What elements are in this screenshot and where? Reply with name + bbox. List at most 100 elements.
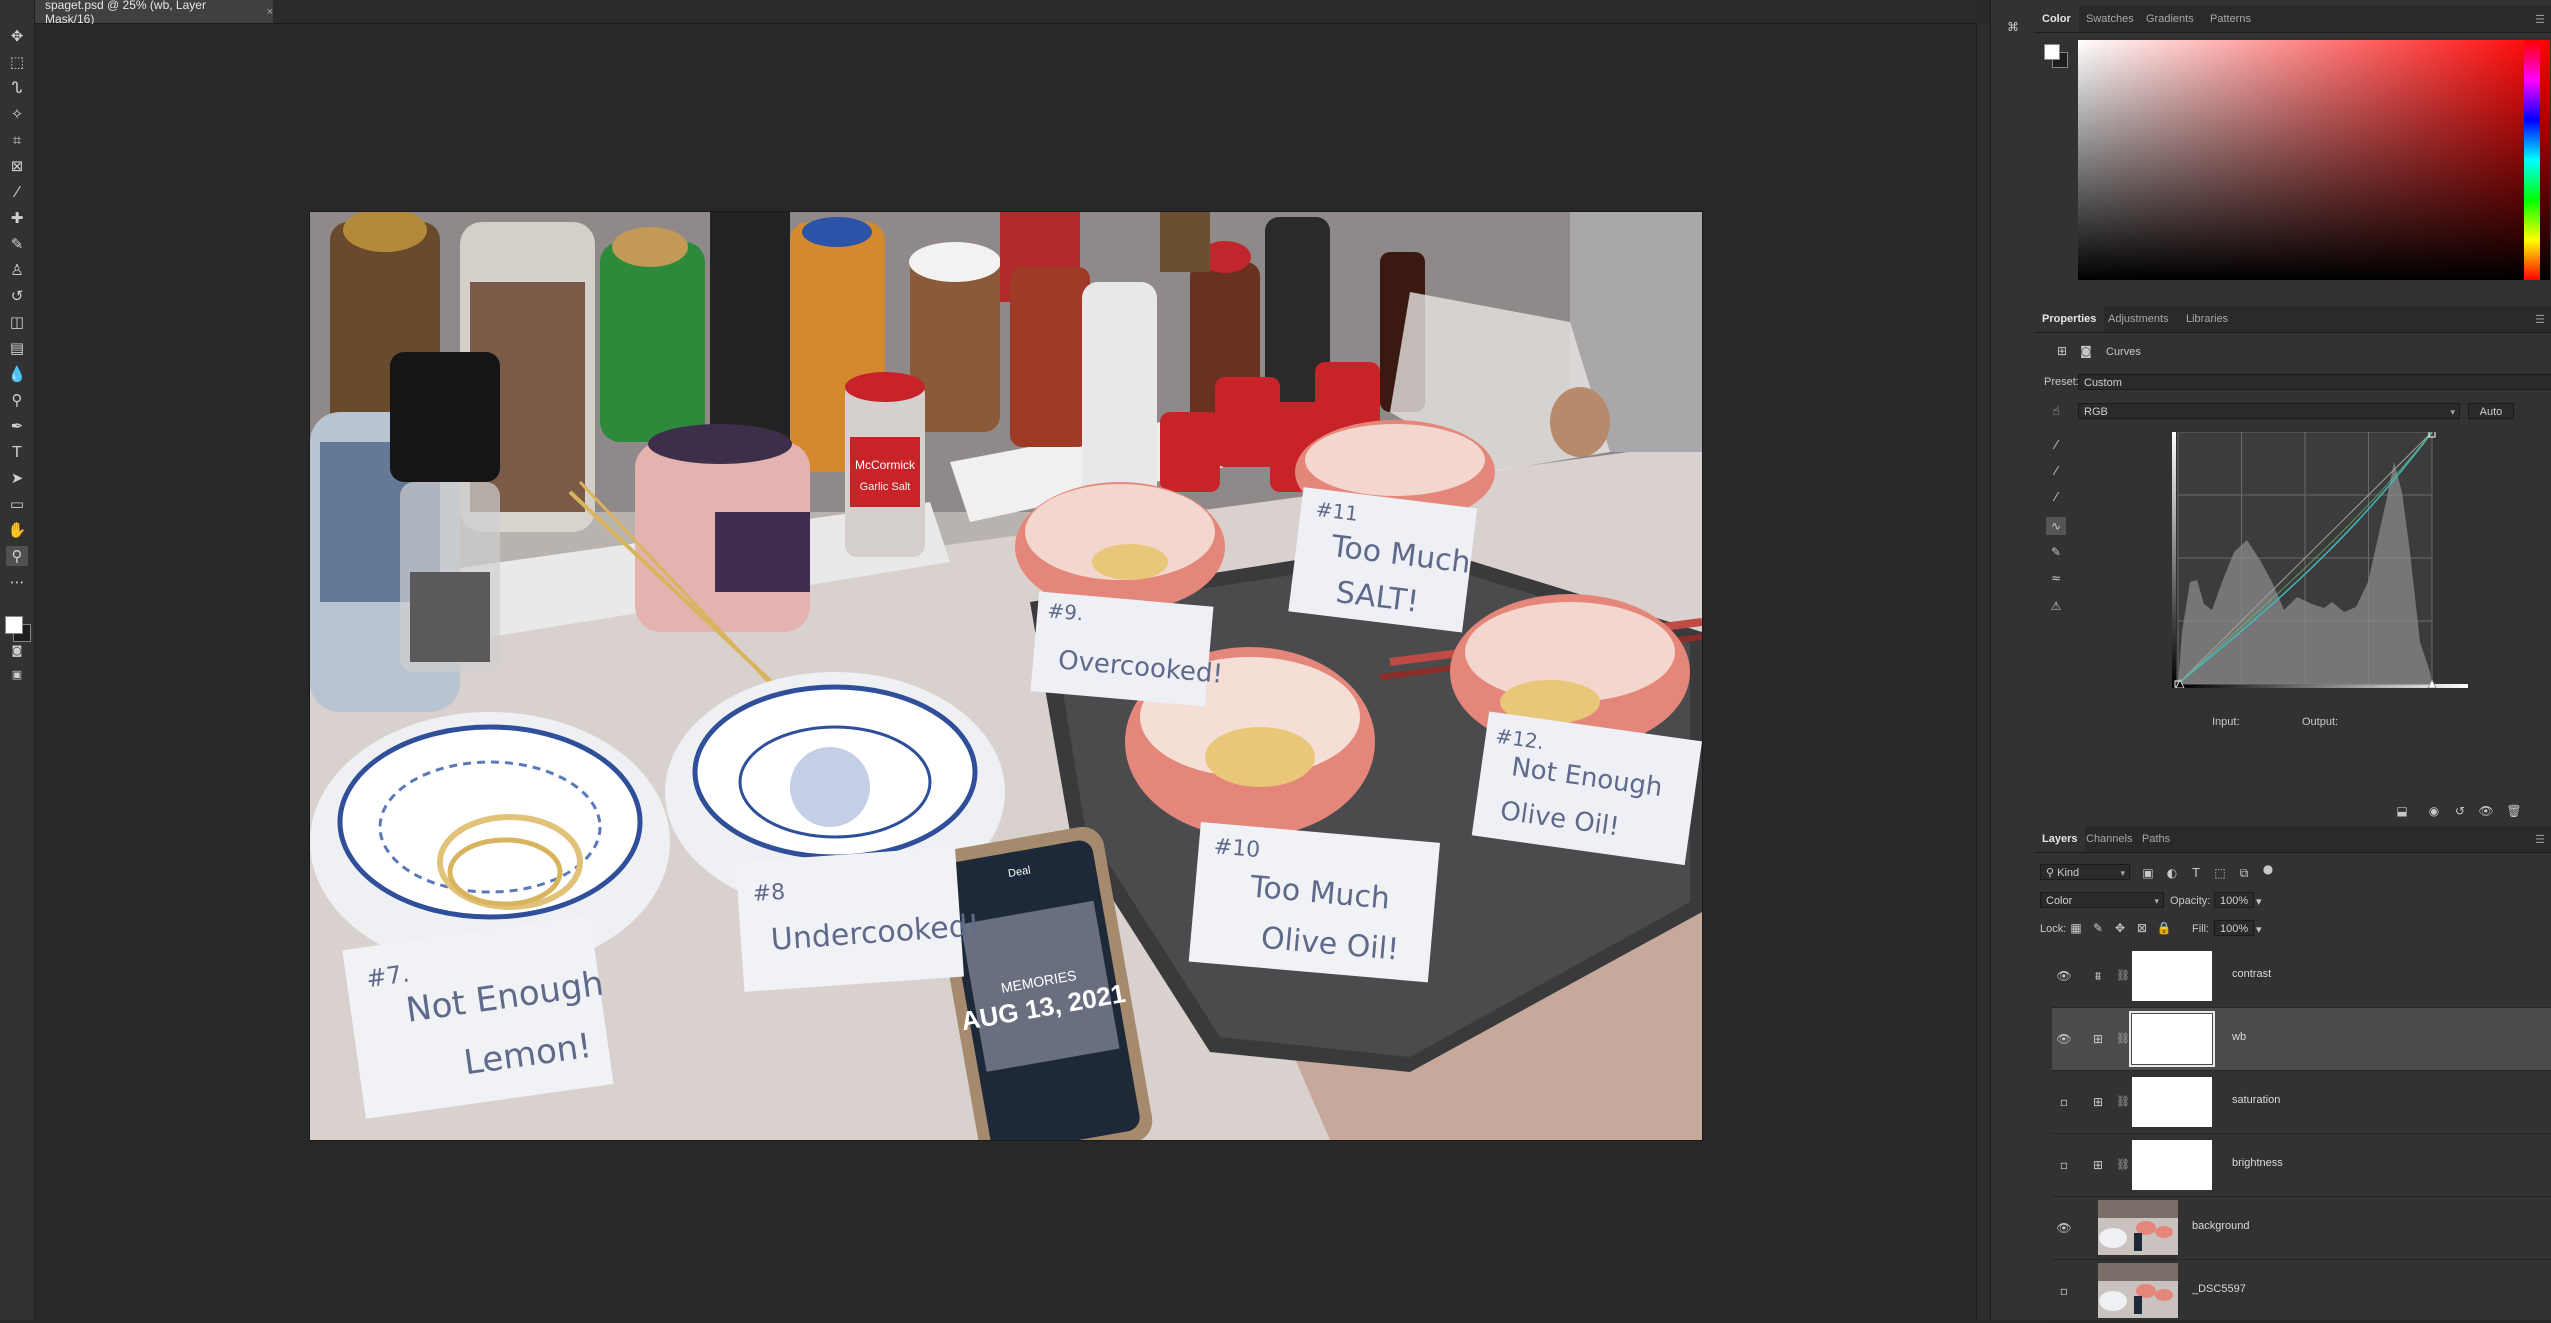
brush-tool-icon[interactable]: ✎ xyxy=(6,234,28,254)
filter-toggle-icon[interactable]: ● xyxy=(2258,860,2278,878)
dodge-tool-icon[interactable]: ⚲ xyxy=(6,390,28,410)
lock-artboard-icon[interactable]: ⊠ xyxy=(2132,919,2152,937)
more-tools-icon[interactable]: ⋯ xyxy=(6,572,28,592)
eye-icon[interactable]: 👁 xyxy=(2052,945,2076,1007)
eraser-tool-icon[interactable]: ◫ xyxy=(6,312,28,332)
auto-button[interactable]: Auto xyxy=(2468,403,2514,419)
layer-mask-thumbnail[interactable] xyxy=(2132,1140,2212,1190)
clip-to-layer-icon[interactable]: ⬓ xyxy=(2392,802,2412,820)
lock-all-icon[interactable]: 🔒 xyxy=(2154,919,2174,937)
curves-graph[interactable] xyxy=(2172,430,2468,689)
tab-color[interactable]: Color xyxy=(2034,6,2079,32)
tab-libraries[interactable]: Libraries xyxy=(2178,306,2236,332)
path-selection-tool-icon[interactable]: ➤ xyxy=(6,468,28,488)
marquee-tool-icon[interactable]: ⬚ xyxy=(6,52,28,72)
document-tab[interactable]: spaget.psd @ 25% (wb, Layer Mask/16) × xyxy=(35,0,273,26)
link-icon[interactable]: ⛓ xyxy=(2116,1158,2130,1171)
vertical-scrollbar[interactable] xyxy=(1976,24,1991,1320)
curve-point-tool-icon[interactable]: ∿ xyxy=(2046,517,2066,535)
move-tool-icon[interactable]: ✥ xyxy=(6,26,28,46)
hidden-eye-icon[interactable]: ▫ xyxy=(2052,1134,2076,1196)
eyedropper-white-icon[interactable]: ⁄ xyxy=(2046,488,2066,506)
link-icon[interactable]: ⛓ xyxy=(2116,969,2130,982)
screen-mode-icon[interactable]: ▣ xyxy=(6,664,28,684)
tab-channels[interactable]: Channels xyxy=(2078,826,2140,852)
preset-dropdown[interactable]: Custom ▾ xyxy=(2078,374,2551,390)
eye-icon[interactable]: 👁 xyxy=(2052,1008,2076,1070)
tab-patterns[interactable]: Patterns xyxy=(2202,6,2259,32)
lock-position-icon[interactable]: ✥ xyxy=(2110,919,2130,937)
hue-slider[interactable] xyxy=(2524,40,2540,280)
filter-smart-object-icon[interactable]: ⧉ xyxy=(2234,864,2254,882)
frame-tool-icon[interactable]: ⊠ xyxy=(6,156,28,176)
link-icon[interactable]: ⛓ xyxy=(2116,1095,2130,1108)
filter-type-icon[interactable]: T xyxy=(2186,864,2206,882)
document-canvas-image[interactable]: Deal MEMORIES AUG 13, 2021 McCormick Gar… xyxy=(310,212,1702,1140)
targeted-adjustment-icon[interactable]: ☝ xyxy=(2046,402,2066,420)
view-previous-state-icon[interactable]: ◉ xyxy=(2424,802,2444,820)
hidden-eye-icon[interactable]: ▫ xyxy=(2052,1071,2076,1133)
eyedropper-tool-icon[interactable]: ⁄ xyxy=(6,182,28,202)
crop-tool-icon[interactable]: ⌗ xyxy=(6,130,28,150)
filter-pixel-icon[interactable]: ▣ xyxy=(2138,864,2158,882)
rectangle-tool-icon[interactable]: ▭ xyxy=(6,494,28,514)
history-panel-icon[interactable]: ⌘ xyxy=(2003,18,2023,36)
layer-row-dsc5597[interactable]: ▫ _DSC5597 xyxy=(2052,1260,2551,1323)
tab-properties[interactable]: Properties xyxy=(2034,306,2105,332)
trash-icon[interactable]: 🗑 xyxy=(2504,802,2524,820)
panel-menu-icon[interactable]: ☰ xyxy=(2535,833,2545,846)
foreground-color-swatch[interactable] xyxy=(5,616,23,634)
layer-mask-icon[interactable]: ◙ xyxy=(2076,342,2096,360)
history-brush-tool-icon[interactable]: ↺ xyxy=(6,286,28,306)
lasso-tool-icon[interactable]: ᔐ xyxy=(6,78,28,98)
chevron-down-icon[interactable]: ▾ xyxy=(2256,895,2262,908)
zoom-tool-icon[interactable]: ⚲ xyxy=(6,546,28,566)
color-panel-foreground-swatch[interactable] xyxy=(2044,44,2060,60)
layer-row-background[interactable]: 👁 background xyxy=(2052,1197,2551,1260)
opacity-input[interactable]: 100% xyxy=(2214,892,2254,908)
layer-mask-thumbnail[interactable] xyxy=(2132,951,2212,1001)
panel-menu-icon[interactable]: ☰ xyxy=(2535,13,2545,26)
quick-mask-icon[interactable]: ◙ xyxy=(6,640,28,660)
layer-row-wb[interactable]: 👁 ⊞ ⛓ wb xyxy=(2052,1008,2551,1071)
tab-swatches[interactable]: Swatches xyxy=(2078,6,2142,32)
layer-mask-thumbnail[interactable] xyxy=(2129,1011,2215,1067)
magic-wand-tool-icon[interactable]: ✧ xyxy=(6,104,28,124)
panel-menu-icon[interactable]: ☰ xyxy=(2535,313,2545,326)
filter-shape-icon[interactable]: ⬚ xyxy=(2210,864,2230,882)
layer-row-brightness[interactable]: ▫ ⊞ ⛓ brightness xyxy=(2052,1134,2551,1197)
smooth-curve-icon[interactable]: ≈ xyxy=(2046,569,2066,587)
hand-tool-icon[interactable]: ✋ xyxy=(6,520,28,540)
layer-mask-thumbnail[interactable] xyxy=(2132,1077,2212,1127)
layer-thumbnail[interactable] xyxy=(2098,1263,2178,1318)
healing-brush-tool-icon[interactable]: ✚ xyxy=(6,208,28,228)
eyedropper-black-icon[interactable]: ⁄ xyxy=(2046,436,2066,454)
tab-paths[interactable]: Paths xyxy=(2134,826,2178,852)
type-tool-icon[interactable]: T xyxy=(6,442,28,462)
tab-gradients[interactable]: Gradients xyxy=(2138,6,2202,32)
blend-mode-dropdown[interactable]: Color ▾ xyxy=(2040,892,2164,908)
eyedropper-gray-icon[interactable]: ⁄ xyxy=(2046,462,2066,480)
chevron-down-icon[interactable]: ▾ xyxy=(2256,923,2262,936)
lock-image-icon[interactable]: ✎ xyxy=(2088,919,2108,937)
clipping-warning-icon[interactable]: ⚠ xyxy=(2046,597,2066,615)
filter-adjustment-icon[interactable]: ◐ xyxy=(2162,864,2182,882)
clone-stamp-tool-icon[interactable]: ♙ xyxy=(6,260,28,280)
eye-icon[interactable]: 👁 xyxy=(2052,1197,2076,1259)
link-icon[interactable]: ⛓ xyxy=(2116,1032,2130,1045)
pencil-draw-icon[interactable]: ✎ xyxy=(2046,543,2066,561)
tab-adjustments[interactable]: Adjustments xyxy=(2100,306,2177,332)
reset-icon[interactable]: ↺ xyxy=(2450,802,2470,820)
visibility-icon[interactable]: 👁 xyxy=(2476,802,2496,820)
pen-tool-icon[interactable]: ✒ xyxy=(6,416,28,436)
layer-thumbnail[interactable] xyxy=(2098,1200,2178,1255)
layer-row-saturation[interactable]: ▫ ⊞ ⛓ saturation xyxy=(2052,1071,2551,1134)
hidden-eye-icon[interactable]: ▫ xyxy=(2052,1260,2076,1322)
layer-kind-filter[interactable]: ⚲ Kind ▾ xyxy=(2040,864,2130,880)
layer-row-contrast[interactable]: 👁 ⩩ ⛓ contrast xyxy=(2052,945,2551,1008)
lock-transparent-icon[interactable]: ▦ xyxy=(2066,919,2086,937)
blur-tool-icon[interactable]: 💧 xyxy=(6,364,28,384)
color-field[interactable] xyxy=(2078,40,2550,280)
fill-input[interactable]: 100% xyxy=(2214,920,2254,936)
close-icon[interactable]: × xyxy=(267,6,273,18)
